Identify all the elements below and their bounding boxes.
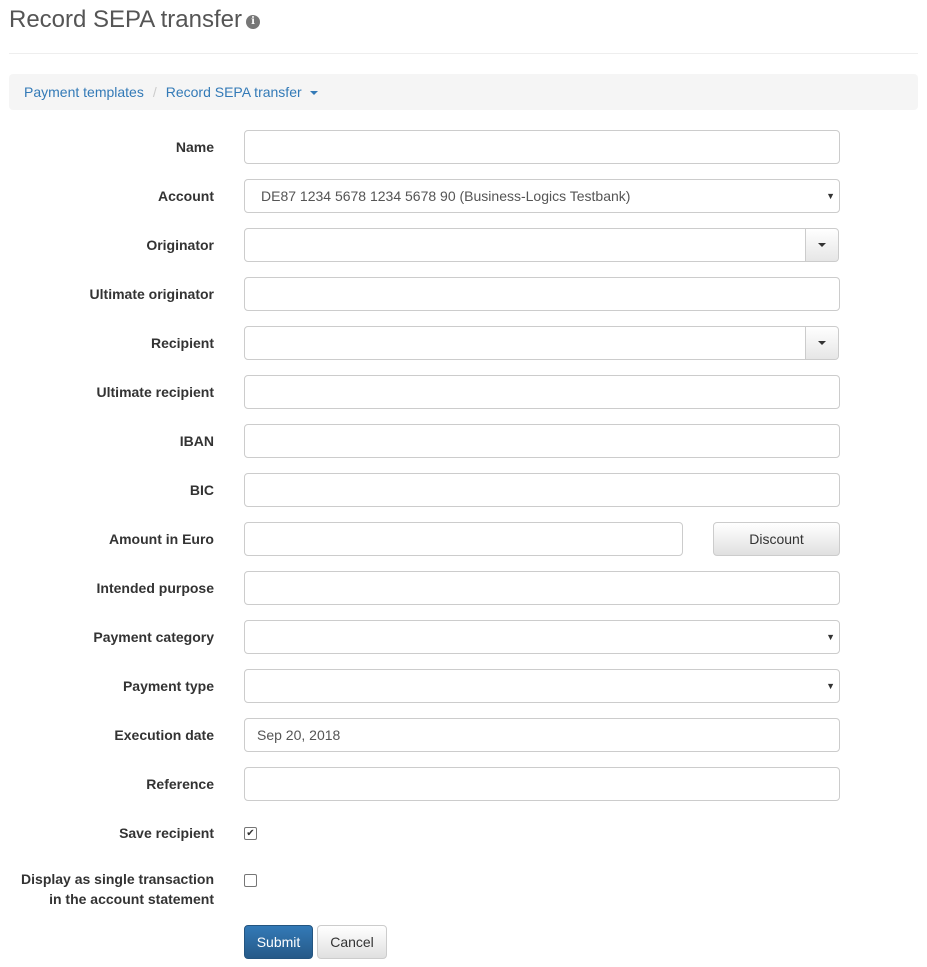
recipient-combobox[interactable] <box>244 326 839 360</box>
account-label: Account <box>158 188 214 204</box>
recipient-row: Recipient <box>0 326 927 360</box>
intended-purpose-row: Intended purpose <box>0 571 927 605</box>
payment-type-label: Payment type <box>122 678 214 694</box>
bic-input[interactable] <box>244 473 840 507</box>
execution-date-input[interactable]: Sep 20, 2018 <box>244 718 840 752</box>
caret-down-icon <box>818 243 826 247</box>
page-title: Record SEPA transfer i <box>9 6 260 34</box>
originator-dropdown-button[interactable] <box>805 229 838 261</box>
info-circle-icon[interactable]: i <box>246 15 260 29</box>
bic-label: BIC <box>189 482 214 498</box>
select-arrow-icon: ▼ <box>826 191 835 201</box>
breadcrumb-separator: / <box>152 84 157 100</box>
single-transaction-row: Display as single transaction in the acc… <box>0 869 927 911</box>
bic-row: BIC <box>0 473 927 507</box>
save-recipient-row: Save recipient ✔ <box>0 816 927 850</box>
reference-row: Reference <box>0 767 927 801</box>
reference-label: Reference <box>146 776 214 792</box>
execution-date-row: Execution date Sep 20, 2018 <box>0 718 927 752</box>
ultimate-recipient-input[interactable] <box>244 375 840 409</box>
iban-label: IBAN <box>179 433 214 449</box>
page-header: Record SEPA transfer i <box>9 0 918 54</box>
breadcrumb-payment-templates[interactable]: Payment templates <box>24 84 144 100</box>
caret-down-icon <box>818 341 826 345</box>
recipient-label: Recipient <box>150 335 214 351</box>
ultimate-originator-row: Ultimate originator <box>0 277 927 311</box>
save-recipient-label: Save recipient <box>119 825 214 841</box>
payment-category-label: Payment category <box>93 629 214 645</box>
select-arrow-icon: ▼ <box>826 632 835 642</box>
execution-date-label: Execution date <box>114 727 214 743</box>
submit-button[interactable]: Submit <box>244 925 313 959</box>
single-transaction-label-line1: Display as single transaction <box>21 871 214 887</box>
payment-type-select[interactable]: ▼ <box>244 669 840 703</box>
ultimate-originator-label: Ultimate originator <box>89 286 214 302</box>
account-select-value: DE87 1234 5678 1234 5678 90 (Business-Lo… <box>261 188 631 204</box>
iban-input[interactable] <box>244 424 840 458</box>
originator-combobox[interactable] <box>244 228 839 262</box>
payment-category-row: Payment category ▼ <box>0 620 927 654</box>
cancel-button[interactable]: Cancel <box>317 925 387 959</box>
breadcrumb-record-sepa-transfer[interactable]: Record SEPA transfer <box>166 84 318 100</box>
amount-label: Amount in Euro <box>109 531 214 547</box>
intended-purpose-input[interactable] <box>244 571 840 605</box>
discount-button[interactable]: Discount <box>713 522 840 556</box>
originator-label: Originator <box>146 237 214 253</box>
breadcrumb-current-label: Record SEPA transfer <box>165 84 302 100</box>
select-arrow-icon: ▼ <box>826 681 835 691</box>
account-row: Account DE87 1234 5678 1234 5678 90 (Bus… <box>0 179 927 213</box>
iban-row: IBAN <box>0 424 927 458</box>
payment-category-select[interactable]: ▼ <box>244 620 840 654</box>
payment-type-value <box>257 678 261 694</box>
originator-row: Originator <box>0 228 927 262</box>
single-transaction-label-line2: in the account statement <box>49 891 214 907</box>
amount-row: Amount in Euro Discount <box>0 522 927 556</box>
payment-category-value <box>257 629 261 645</box>
single-transaction-label: Display as single transaction in the acc… <box>21 869 214 909</box>
single-transaction-checkbox[interactable] <box>244 874 257 887</box>
page-title-text: Record SEPA transfer <box>9 6 242 33</box>
name-input[interactable] <box>244 130 840 164</box>
amount-input[interactable] <box>244 522 683 556</box>
recipient-dropdown-button[interactable] <box>805 327 838 359</box>
caret-down-icon <box>309 91 318 96</box>
breadcrumb: Payment templates / Record SEPA transfer <box>9 74 918 110</box>
ultimate-originator-input[interactable] <box>244 277 840 311</box>
save-recipient-checkbox[interactable]: ✔ <box>244 827 257 840</box>
ultimate-recipient-label: Ultimate recipient <box>96 384 214 400</box>
payment-type-row: Payment type ▼ <box>0 669 927 703</box>
account-select[interactable]: DE87 1234 5678 1234 5678 90 (Business-Lo… <box>244 179 840 213</box>
name-label: Name <box>175 139 214 155</box>
intended-purpose-label: Intended purpose <box>96 580 214 596</box>
reference-input[interactable] <box>244 767 840 801</box>
checkmark-icon: ✔ <box>246 828 255 839</box>
name-row: Name <box>0 130 927 164</box>
ultimate-recipient-row: Ultimate recipient <box>0 375 927 409</box>
